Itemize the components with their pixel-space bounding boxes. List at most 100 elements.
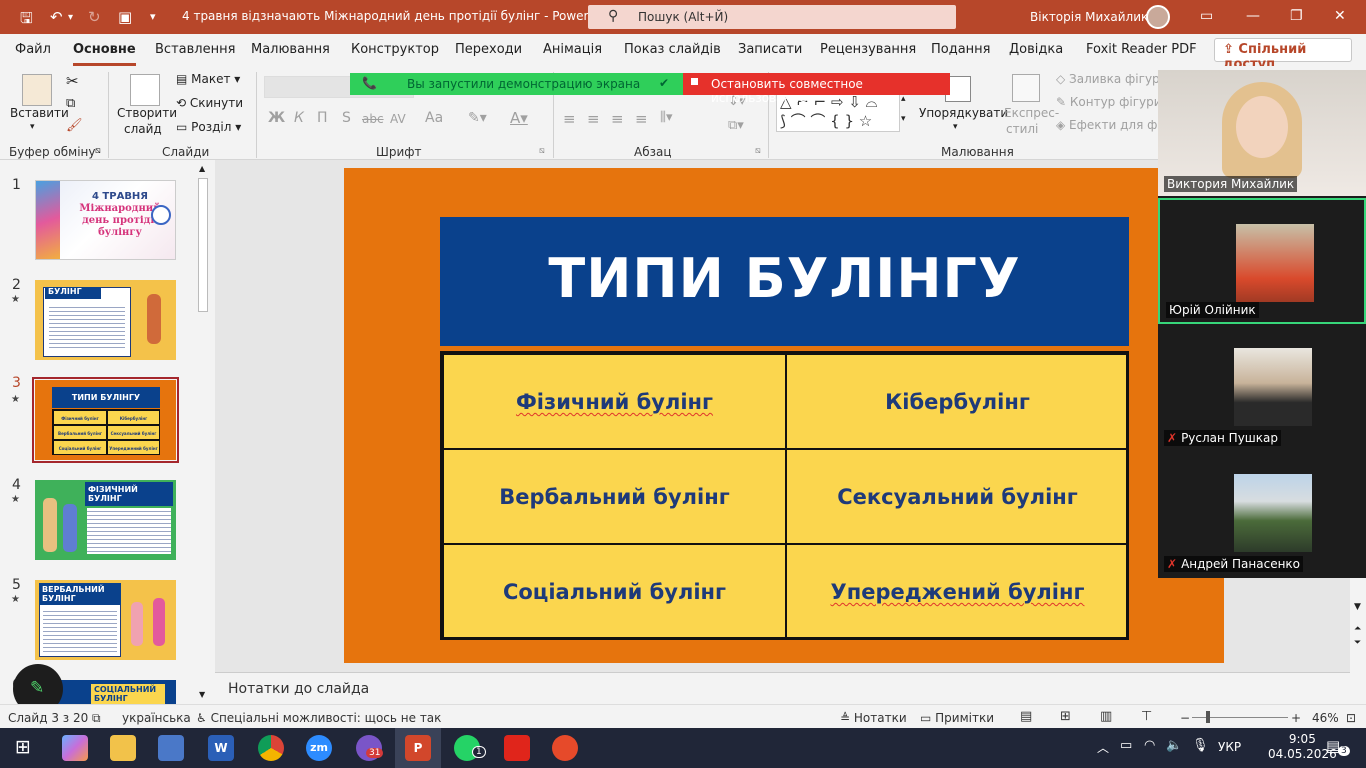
table-cell[interactable]: Сексуальний булінг (837, 485, 1078, 509)
table-cell[interactable]: Фізичний булінг (516, 390, 713, 414)
quick-styles-label-2[interactable]: стилі (1006, 122, 1038, 136)
zoom-out-icon[interactable]: − (1180, 711, 1190, 725)
arrange-button[interactable]: Упорядкувати (919, 106, 1008, 120)
tab-file[interactable]: Файл (15, 42, 51, 57)
tab-view[interactable]: Подання (931, 42, 991, 57)
shape-fill-button[interactable]: Заливка фігури (1069, 72, 1167, 86)
powerpoint-icon[interactable]: P (405, 735, 431, 761)
undo-dropdown-icon[interactable]: ▾ (68, 12, 73, 23)
columns-icon[interactable]: ⫼▾ (660, 110, 673, 125)
bold-button[interactable]: Ж (268, 110, 285, 126)
strikethrough-button[interactable]: abc (362, 112, 384, 126)
normal-view-icon[interactable]: ▤ (1020, 709, 1032, 724)
underline-button[interactable]: П (317, 110, 328, 126)
notes-pane[interactable]: Нотатки до слайда (215, 672, 1358, 704)
slide-table[interactable]: Фізичний булінг Кібербулінг Вербальний б… (440, 351, 1129, 640)
fit-slide-icon[interactable]: ⊡ (1346, 711, 1356, 725)
font-launcher-icon[interactable]: ⧅ (539, 146, 545, 156)
accessibility-status[interactable]: Спеціальні можливості: щось не так (211, 711, 442, 725)
tab-draw[interactable]: Малювання (251, 42, 330, 57)
quick-styles-label-1[interactable]: Експрес- (1004, 106, 1059, 120)
tab-record[interactable]: Записати (738, 42, 802, 57)
minimize-icon[interactable]: — (1246, 8, 1260, 24)
new-slide-label-2[interactable]: слайд (124, 122, 162, 136)
tab-animations[interactable]: Анімація (543, 42, 602, 57)
mic-icon[interactable]: 🎙 (1192, 738, 1209, 753)
align-right-icon[interactable]: ≡ (611, 110, 624, 128)
zoom-in-icon[interactable]: + (1291, 711, 1301, 725)
close-icon[interactable]: ✕ (1334, 8, 1346, 24)
paragraph-launcher-icon[interactable]: ⧅ (755, 146, 761, 156)
reading-view-icon[interactable]: ▥ (1100, 709, 1112, 724)
copilot-icon[interactable] (62, 735, 88, 761)
redo-icon[interactable]: ↻ (88, 8, 101, 26)
table-cell[interactable]: Вербальний булінг (499, 485, 729, 509)
battery-icon[interactable]: ▭ (1120, 738, 1132, 753)
scroll-up-icon[interactable]: ▲ (199, 164, 205, 173)
ribbon-display-icon[interactable]: ▭ (1200, 8, 1213, 24)
scrollbar-thumb[interactable] (198, 178, 208, 312)
slideshow-view-icon[interactable]: ⊤ (1141, 709, 1152, 724)
search-box[interactable]: ⚲ Пошук (Alt+Й) (588, 5, 956, 29)
tab-transitions[interactable]: Переходи (455, 42, 522, 57)
table-cell[interactable]: Кібербулінг (885, 390, 1030, 414)
thumbnail-slide-2[interactable]: БУЛІНГ (35, 280, 176, 360)
tab-slideshow[interactable]: Показ слайдів (624, 42, 721, 57)
stop-share-button[interactable]: Остановить совместное использование (683, 73, 950, 105)
reset-button[interactable]: Скинути (190, 96, 243, 110)
participant-tile[interactable]: Виктория Михайлик (1158, 70, 1366, 196)
justify-icon[interactable]: ≡ (635, 110, 648, 128)
participant-tile[interactable]: ✗ Андрей Панасенко (1158, 450, 1366, 576)
shape-outline-button[interactable]: Контур фігури (1070, 95, 1162, 109)
arrange-dropdown-icon[interactable]: ▾ (953, 122, 958, 132)
wifi-icon[interactable]: ◠ (1144, 738, 1155, 753)
format-painter-icon[interactable]: 🖌 (66, 118, 83, 133)
copy-icon[interactable]: ⧉ (66, 96, 75, 111)
new-slide-icon[interactable] (130, 74, 160, 106)
paste-icon[interactable] (22, 74, 52, 106)
tab-review[interactable]: Рецензування (820, 42, 916, 57)
file-explorer-icon[interactable] (110, 735, 136, 761)
thumbnail-slide-5[interactable]: ВЕРБАЛЬНИЙ БУЛІНГ (35, 580, 176, 660)
next-slide-icon[interactable]: ⏷ (1354, 638, 1361, 648)
table-cell[interactable]: Упереджений булінг (831, 580, 1085, 604)
input-language[interactable]: УКР (1218, 740, 1241, 754)
windows-start-icon[interactable]: ⊞ (15, 736, 31, 758)
tab-design[interactable]: Конструктор (351, 42, 439, 57)
participant-tile-active[interactable]: Юрій Олійник (1158, 198, 1366, 324)
thumbnail-slide-1[interactable]: 4 ТРАВНЯ Міжнародний день протідії булін… (35, 180, 176, 260)
change-case-button[interactable]: Aa (425, 110, 443, 126)
highlight-icon[interactable]: ✎▾ (468, 110, 487, 126)
paste-label[interactable]: Вставити (10, 106, 69, 120)
shapes-scroll-up-icon[interactable]: ▴ (901, 94, 906, 104)
volume-icon[interactable]: 🔈 (1166, 738, 1182, 753)
tab-home[interactable]: Основне (73, 42, 136, 66)
align-left-icon[interactable]: ≡ (563, 110, 576, 128)
save-app-icon[interactable] (158, 735, 184, 761)
font-color-icon[interactable]: A▾ (510, 109, 528, 127)
scroll-down-icon[interactable]: ▼ (199, 690, 205, 699)
notes-button[interactable]: Нотатки (854, 711, 907, 725)
clipboard-launcher-icon[interactable]: ⧅ (95, 146, 101, 156)
avatar[interactable] (1146, 5, 1170, 29)
paste-dropdown-icon[interactable]: ▾ (30, 122, 35, 132)
prev-slide-icon[interactable]: ⏶ (1354, 624, 1361, 634)
scroll-down-icon[interactable]: ▼ (1354, 602, 1361, 612)
share-button[interactable]: ⇪ Спільний доступ (1214, 38, 1352, 72)
table-cell[interactable]: Соціальний булінг (503, 580, 726, 604)
spellcheck-icon[interactable]: ⧉ (92, 711, 101, 726)
thumbnails-scrollbar[interactable]: ▲ ▼ (196, 164, 210, 702)
shapes-more-icon[interactable]: ▾ (901, 114, 906, 124)
thumbnail-slide-3[interactable]: ТИПИ БУЛІНГУ Фізичний булінг Кібербулінг… (35, 380, 176, 460)
align-center-icon[interactable]: ≡ (587, 110, 600, 128)
undo-icon[interactable]: ↶ (50, 8, 63, 26)
tab-help[interactable]: Довідка (1009, 42, 1063, 57)
cut-icon[interactable]: ✂ (66, 72, 79, 90)
user-name[interactable]: Вікторія Михайлик (1030, 10, 1148, 24)
word-icon[interactable]: W (208, 735, 234, 761)
quick-styles-icon[interactable] (1012, 74, 1040, 102)
participant-tile[interactable]: ✗ Руслан Пушкар (1158, 324, 1366, 450)
thumbnail-slide-4[interactable]: ФІЗИЧНИЙ БУЛІНГ (35, 480, 176, 560)
language-status[interactable]: українська (122, 711, 191, 725)
slide-title[interactable]: ТИПИ БУЛІНГУ (440, 217, 1129, 346)
